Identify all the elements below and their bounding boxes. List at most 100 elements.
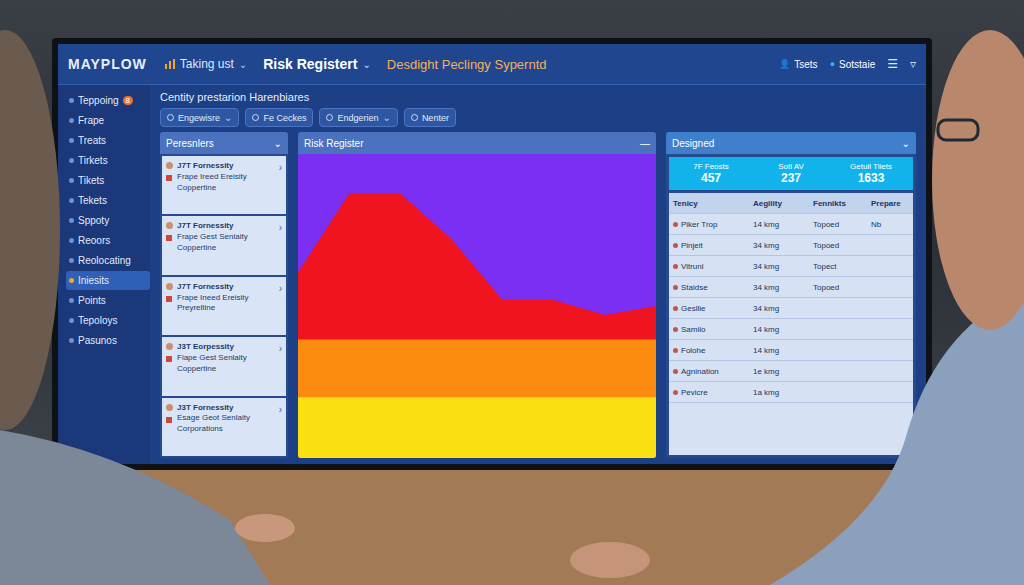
sidebar-item[interactable]: Treats	[66, 131, 150, 150]
card-title: J3T Eorpessity	[177, 342, 275, 353]
chart-area	[298, 194, 656, 458]
person-card[interactable]: J7T Fornessity Frape Gest Senlaity Coppe…	[162, 216, 286, 274]
top-bar: MAYPLOW Taking ust ⌄ Risk Registert ⌄ De…	[58, 44, 926, 85]
table-cell: Piker Trop	[669, 220, 749, 229]
stat-value: 1633	[833, 171, 909, 185]
tab[interactable]: Taking ust ⌄	[165, 57, 247, 71]
chart-area	[298, 154, 656, 458]
table-row[interactable]: Vitrunl34 kmgTopect	[669, 256, 913, 277]
action-label: Tsets	[794, 59, 817, 70]
card-line: Preyreltine	[177, 303, 275, 314]
sidebar-label: Reoors	[78, 235, 110, 246]
menu-icon[interactable]: ☰	[887, 57, 898, 71]
filter-chip[interactable]: Nenter	[404, 108, 456, 127]
table-cell: 14 kmg	[749, 325, 809, 334]
sidebar-item[interactable]: Teppoing 8	[66, 91, 150, 110]
chevron-icon: ›	[279, 221, 282, 235]
filter-chip[interactable]: Engewisre ⌄	[160, 108, 239, 127]
header-action[interactable]: ● Sotstaie	[830, 59, 876, 70]
sidebar-item[interactable]: Reolocating	[66, 251, 150, 270]
column-header[interactable]: Fennikts	[809, 199, 867, 208]
person-card[interactable]: J7T Fornessity Frape Ireed Ereisity Copp…	[162, 156, 286, 214]
row-icon	[673, 264, 678, 269]
chevron-icon: ›	[279, 282, 282, 296]
card-line: Frape Ireed Ereisity	[177, 172, 275, 183]
caret-icon: ⌄	[239, 59, 247, 70]
person-card[interactable]: J3T Fornessity Esage Geot Senlaity Corpo…	[162, 398, 286, 456]
caret-icon: ⌄	[382, 112, 390, 123]
item-dot-icon	[69, 158, 74, 163]
main-content: Centity prestarion Harenbiares Engewisre…	[150, 85, 926, 464]
column-header[interactable]: Aegility	[749, 199, 809, 208]
stat-label: Sotl AV	[753, 162, 829, 171]
sidebar-label: Sppoty	[78, 215, 109, 226]
row-icon	[673, 369, 678, 374]
table-row[interactable]: Gesllie34 kmg	[669, 298, 913, 319]
sidebar-item[interactable]: Tirkets	[66, 151, 150, 170]
sidebar-item[interactable]: Reoors	[66, 231, 150, 250]
minimize-icon[interactable]: —	[640, 138, 650, 149]
chip-label: Endgerien	[337, 113, 378, 123]
action-icon: 👤	[779, 59, 790, 69]
table-cell: 1e kmg	[749, 367, 809, 376]
sidebar-label: Tirkets	[78, 155, 108, 166]
column-header[interactable]: Tenicy	[669, 199, 749, 208]
chip-label: Fe Ceckes	[263, 113, 306, 123]
sidebar: Teppoing 8 Frape Treats Tirkets Tikets T…	[58, 85, 150, 464]
sidebar-label: Tekets	[78, 195, 107, 206]
page-title: Centity prestarion Harenbiares	[160, 91, 916, 103]
sidebar-item[interactable]: Sppoty	[66, 211, 150, 230]
card-line: Frape Gest Senlaity	[177, 232, 275, 243]
table-row[interactable]: Pinjeit34 kmgTopoed	[669, 235, 913, 256]
chart-area	[298, 397, 656, 458]
bar-chart-icon	[165, 59, 175, 69]
sidebar-item[interactable]: Pasunos	[66, 331, 150, 350]
tab[interactable]: Risk Registert ⌄	[263, 56, 371, 72]
card-line: Fiape Gest Senlaity	[177, 353, 275, 364]
avatar-icon	[166, 343, 173, 350]
table-cell: Topect	[809, 262, 867, 271]
header-action[interactable]: 👤 Tsets	[779, 59, 817, 70]
sidebar-item[interactable]: Iniesits	[66, 271, 150, 290]
filter-icon	[411, 114, 418, 121]
panel-header: Risk Register —	[298, 132, 656, 154]
filter-chip[interactable]: Fe Ceckes	[245, 108, 313, 127]
table-row[interactable]: Staidse34 kmgTopoed	[669, 277, 913, 298]
glasses-icon	[938, 120, 978, 140]
stat-label: Getuil Tiiets	[833, 162, 909, 171]
menu-icon[interactable]: ▿	[910, 57, 916, 71]
stat-label: 7F Feosts	[673, 162, 749, 171]
sidebar-item[interactable]: Frape	[66, 111, 150, 130]
chart-panel: Risk Register —	[298, 132, 656, 458]
table-cell: 14 kmg	[749, 346, 809, 355]
logo[interactable]: MAYPLOW	[68, 56, 147, 72]
caret-icon[interactable]: ⌄	[902, 138, 910, 149]
tab[interactable]: Desdight Peclingy Syperntd	[387, 57, 547, 72]
sidebar-item[interactable]: Tepoloys	[66, 311, 150, 330]
sidebar-label: Treats	[78, 135, 106, 146]
table-row[interactable]: Agnination1e kmg	[669, 361, 913, 382]
column-header[interactable]: Prepare	[867, 199, 913, 208]
data-table: TenicyAegilityFenniktsPrepare Piker Trop…	[669, 193, 913, 455]
caret-icon[interactable]: ⌄	[274, 138, 282, 149]
table-row[interactable]: Samilo14 kmg	[669, 319, 913, 340]
panel-header: Designed ⌄	[666, 132, 916, 154]
stat: 7F Feosts 457	[673, 162, 749, 185]
table-cell: 1a kmg	[749, 388, 809, 397]
table-row[interactable]: Folohe14 kmg	[669, 340, 913, 361]
sidebar-item[interactable]: Tikets	[66, 171, 150, 190]
filter-chip[interactable]: Endgerien ⌄	[319, 108, 397, 127]
person-card[interactable]: J7T Fornessity Frape Ineed Ereisity Prey…	[162, 277, 286, 335]
item-dot-icon	[69, 338, 74, 343]
sidebar-item[interactable]: Points	[66, 291, 150, 310]
item-dot-icon	[69, 238, 74, 243]
table-cell: Staidse	[669, 283, 749, 292]
chevron-icon: ›	[279, 342, 282, 356]
card-title: J3T Fornessity	[177, 403, 275, 414]
table-row[interactable]: Piker Trop14 kmgTopoedNb	[669, 214, 913, 235]
person-card[interactable]: J3T Eorpessity Fiape Gest Senlaity Coppe…	[162, 337, 286, 395]
flag-icon	[166, 356, 172, 362]
sidebar-item[interactable]: Tekets	[66, 191, 150, 210]
table-row[interactable]: Pevicre1a kmg	[669, 382, 913, 403]
flag-icon	[166, 175, 172, 181]
